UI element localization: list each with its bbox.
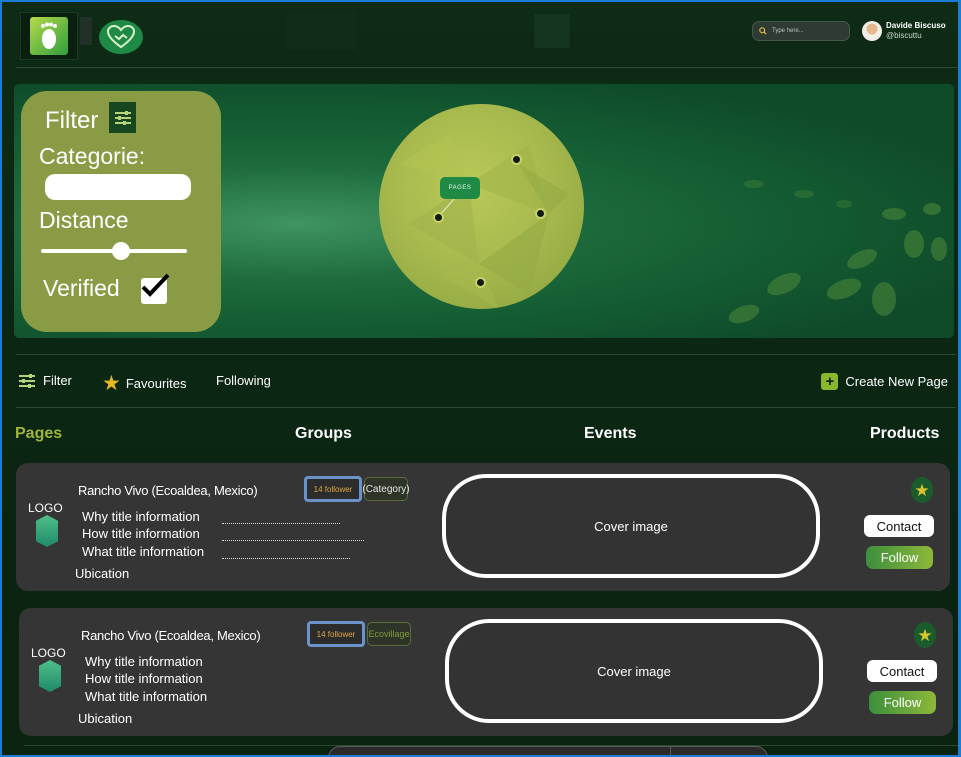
map-pages-chip[interactable]: PAGES [440, 177, 480, 199]
verified-label: Verified [43, 275, 120, 301]
page-logo: LOGO [31, 646, 71, 696]
info-line-why: Why title information [85, 654, 203, 669]
follow-button[interactable]: Follow [869, 691, 936, 714]
bottom-nav-bar[interactable] [328, 746, 768, 755]
category-badge: Ecovillage [367, 622, 411, 646]
sliders-icon [19, 374, 35, 388]
page-card[interactable]: LOGO Rancho Vivo (Ecoaldea, Mexico) 14 f… [16, 463, 950, 591]
contact-button[interactable]: Contact [867, 660, 937, 682]
checkmark-icon [141, 273, 170, 297]
hexagon-logo-icon [39, 660, 61, 692]
filter-toolbar: Filter ★ Favourites Following + Create N… [16, 354, 956, 408]
location-label: Ubication [78, 711, 133, 726]
filter-card-title: Filter [45, 107, 99, 134]
page-logo: LOGO [28, 501, 68, 551]
divider [670, 746, 671, 755]
header-placeholder-block [286, 12, 356, 50]
cover-image[interactable]: Cover image [445, 619, 823, 723]
star-icon[interactable]: ★ [911, 477, 933, 503]
heart-handshake-icon[interactable] [99, 20, 143, 54]
follower-count-badge: 14 follower [307, 621, 365, 647]
create-new-page-label: Create New Page [845, 374, 948, 389]
footprint-logo-icon [30, 17, 68, 55]
info-line-how: How title information [85, 671, 203, 686]
footprints-decoration [728, 180, 947, 324]
filter-button-label: Filter [43, 373, 72, 388]
map-pin[interactable] [535, 208, 546, 219]
app-logo[interactable] [20, 12, 78, 60]
info-line-what: What title information [85, 689, 208, 704]
page-card[interactable]: LOGO Rancho Vivo (Ecoaldea, Mexico) 14 f… [19, 608, 953, 736]
hero-banner: Filter Categorie: Distance Verified PAGE… [14, 84, 954, 338]
category-label: Categorie: [39, 143, 146, 169]
map-pin[interactable] [511, 154, 522, 165]
verified-checkbox[interactable] [141, 273, 170, 304]
distance-slider-handle[interactable] [112, 242, 131, 260]
favourites-button-label: Favourites [125, 376, 187, 391]
star-icon: ★ [102, 372, 121, 395]
page-title[interactable]: Rancho Vivo (Ecoaldea, Mexico) [81, 628, 261, 643]
logo-divider [80, 17, 92, 45]
info-line-what: What title information [82, 544, 205, 559]
info-line-why: Why title information [82, 509, 200, 524]
sliders-icon[interactable] [109, 102, 136, 133]
top-bar: Type here... Davide Biscuso @biscuttu [16, 10, 958, 68]
filter-button[interactable]: Filter [18, 373, 72, 388]
hexagon-logo-icon [36, 515, 58, 547]
follow-button[interactable]: Follow [866, 546, 933, 569]
tab-groups[interactable]: Groups [295, 425, 352, 443]
filter-card: Filter Categorie: Distance Verified [21, 91, 221, 332]
header-placeholder-block [534, 14, 570, 48]
star-icon[interactable]: ★ [914, 622, 936, 648]
logo-text: LOGO [28, 501, 63, 515]
page-title[interactable]: Rancho Vivo (Ecoaldea, Mexico) [78, 483, 258, 498]
follower-count-badge: 14 follower [304, 476, 362, 502]
search-input[interactable]: Type here... [772, 28, 804, 34]
search-icon [759, 27, 767, 35]
distance-label: Distance [39, 207, 129, 233]
search-bar[interactable]: Type here... [752, 21, 850, 41]
create-new-page-button[interactable]: + Create New Page [821, 373, 948, 390]
location-label: Ubication [75, 566, 130, 581]
plus-icon: + [821, 373, 839, 390]
avatar[interactable] [862, 21, 882, 41]
info-line-placeholder [222, 523, 340, 524]
tab-events[interactable]: Events [584, 425, 636, 443]
info-line-placeholder [222, 558, 350, 559]
category-badge: (Category) [362, 477, 410, 501]
favourites-button[interactable]: ★ Favourites [102, 373, 187, 394]
tab-products[interactable]: Products [870, 425, 939, 443]
map-pin[interactable] [433, 212, 444, 223]
cover-image[interactable]: Cover image [442, 474, 820, 578]
category-input[interactable] [45, 174, 191, 200]
map-pin[interactable] [475, 277, 486, 288]
contact-button[interactable]: Contact [864, 515, 934, 537]
app-window: Type here... Davide Biscuso @biscuttu Fi… [0, 0, 961, 757]
logo-text: LOGO [31, 646, 66, 660]
info-line-how: How title information [82, 526, 200, 541]
user-name: Davide Biscuso [886, 21, 946, 30]
user-handle: @biscuttu [886, 31, 922, 40]
following-button-label: Following [216, 373, 271, 388]
info-line-placeholder [222, 540, 364, 541]
tab-pages[interactable]: Pages [15, 425, 62, 443]
following-button[interactable]: Following [216, 373, 271, 388]
